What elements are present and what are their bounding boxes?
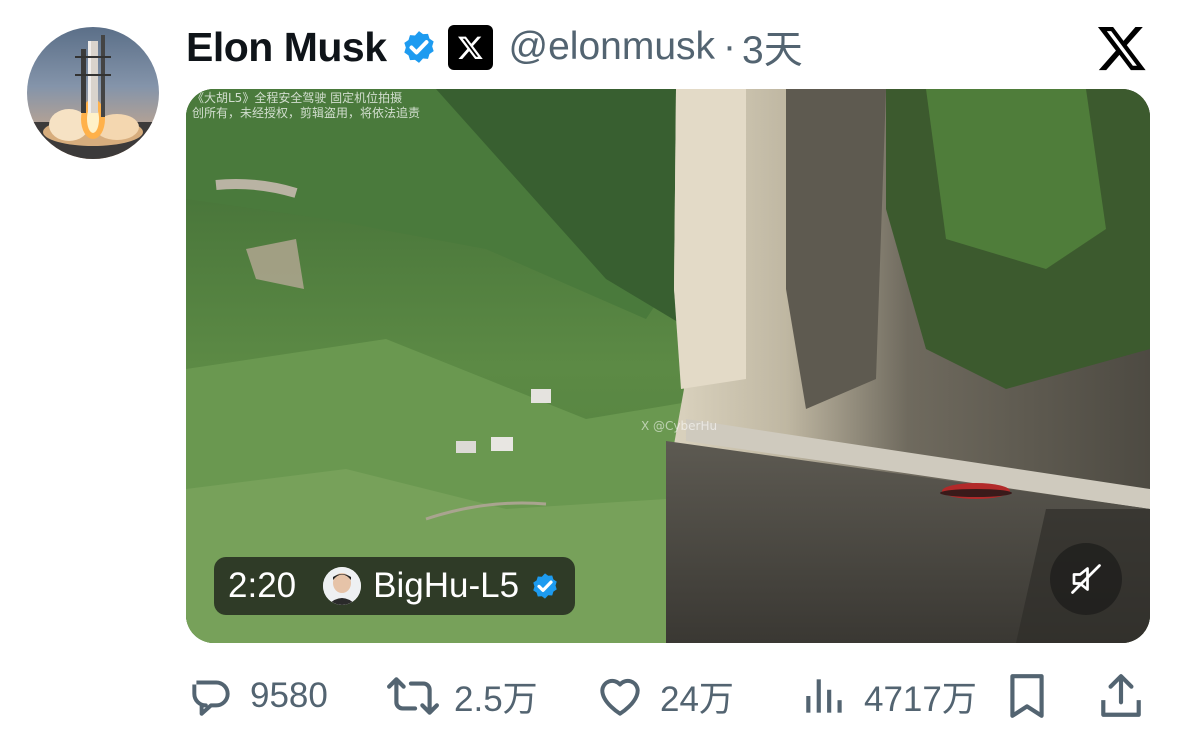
author-name[interactable]: Elon Musk — [186, 24, 387, 71]
bookmark-button[interactable] — [1004, 668, 1050, 724]
views-button[interactable]: 4717万 — [800, 668, 977, 724]
x-affiliate-badge-icon — [447, 24, 493, 70]
bookmark-icon — [1004, 671, 1050, 721]
tweet-header: Elon Musk @elonmusk · 3天 — [186, 19, 803, 75]
video-info-pill[interactable]: 2:20 BigHu-L5 — [214, 557, 576, 615]
tweet-card: Elon Musk @elonmusk · 3天 《大胡L5》全程安全驾驶 固定… — [0, 0, 1179, 744]
reply-button[interactable]: 9580 — [186, 668, 328, 724]
video-duration: 2:20 — [228, 566, 297, 605]
author-handle[interactable]: @elonmusk — [509, 25, 716, 69]
author-avatar[interactable] — [27, 27, 159, 159]
watermark-line-1: 《大胡L5》全程安全驾驶 固定机位拍摄 — [192, 91, 403, 105]
repost-icon — [386, 671, 440, 721]
verified-badge-icon — [529, 570, 561, 602]
video-watermark-top: 《大胡L5》全程安全驾驶 固定机位拍摄 创所有，未经授权，剪辑盗用，将依法追责 — [192, 91, 420, 121]
like-button[interactable]: 24万 — [594, 668, 734, 724]
repost-button[interactable]: 2.5万 — [386, 668, 538, 724]
video-watermark-center: X @CyberHu — [641, 419, 718, 433]
x-logo-icon[interactable] — [1095, 22, 1149, 74]
reply-icon — [186, 671, 236, 721]
views-chart-icon — [800, 671, 850, 721]
heart-icon — [594, 671, 646, 721]
reply-count: 9580 — [250, 676, 328, 715]
watermark-line-2: 创所有，未经授权，剪辑盗用，将依法追责 — [192, 106, 421, 120]
verified-badge-icon — [399, 27, 439, 67]
muted-speaker-icon — [1071, 564, 1101, 594]
repost-count: 2.5万 — [454, 679, 538, 719]
views-count: 4717万 — [864, 679, 977, 719]
source-avatar — [323, 567, 362, 605]
tweet-time[interactable]: 3天 — [742, 19, 803, 75]
video-source-name: BigHu-L5 — [373, 566, 520, 605]
share-button[interactable] — [1098, 668, 1144, 724]
share-icon — [1098, 671, 1144, 721]
rocket-launch-image — [27, 35, 159, 159]
tweet-actions-bar: 9580 2.5万 24万 4717万 — [186, 668, 1150, 724]
like-count: 24万 — [660, 679, 734, 719]
video-player[interactable]: 《大胡L5》全程安全驾驶 固定机位拍摄 创所有，未经授权，剪辑盗用，将依法追责 … — [186, 89, 1150, 643]
separator-dot: · — [723, 25, 737, 68]
mute-toggle-button[interactable] — [1050, 543, 1122, 615]
